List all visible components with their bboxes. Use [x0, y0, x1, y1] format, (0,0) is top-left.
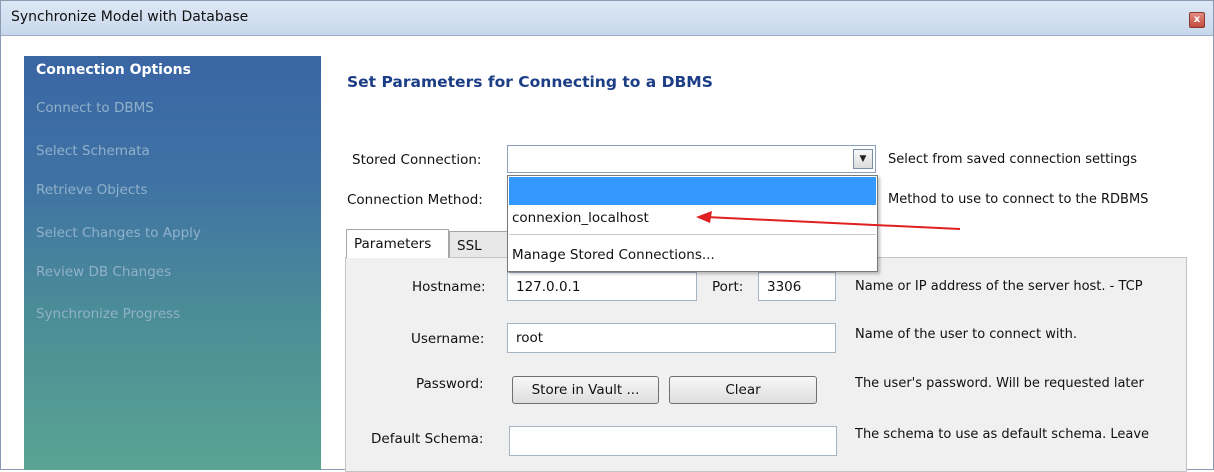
hostname-description: Name or IP address of the server host. -…: [855, 279, 1143, 294]
dropdown-item-manage-connections[interactable]: Manage Stored Connections...: [512, 247, 715, 263]
title-bar: Synchronize Model with Database x: [1, 1, 1213, 36]
stored-connection-dropdown-list: connexion_localhost Manage Stored Connec…: [507, 175, 878, 272]
stored-connection-label: Stored Connection:: [352, 152, 482, 168]
stored-connection-select[interactable]: ▼: [507, 145, 876, 173]
chevron-down-icon[interactable]: ▼: [853, 149, 873, 169]
port-input[interactable]: 3306: [758, 272, 836, 301]
sidebar-item-review-db-changes[interactable]: Review DB Changes: [36, 264, 171, 280]
sidebar-item-select-changes[interactable]: Select Changes to Apply: [36, 225, 201, 241]
username-description: Name of the user to connect with.: [855, 327, 1077, 342]
username-label: Username:: [411, 331, 485, 347]
sidebar-item-select-schemata[interactable]: Select Schemata: [36, 143, 150, 159]
sidebar-item-connect-to-dbms[interactable]: Connect to DBMS: [36, 100, 154, 116]
tab-parameters[interactable]: Parameters: [346, 229, 449, 258]
wizard-sidebar: Connection Options Connect to DBMS Selec…: [24, 56, 321, 470]
store-in-vault-button[interactable]: Store in Vault ...: [512, 376, 659, 404]
default-schema-input[interactable]: [509, 426, 837, 456]
window-title: Synchronize Model with Database: [11, 9, 249, 25]
password-description: The user's password. Will be requested l…: [855, 376, 1144, 391]
sidebar-item-connection-options[interactable]: Connection Options: [36, 62, 191, 78]
dropdown-item-empty[interactable]: [509, 177, 876, 205]
page-title: Set Parameters for Connecting to a DBMS: [347, 73, 713, 91]
sidebar-item-retrieve-objects[interactable]: Retrieve Objects: [36, 182, 148, 198]
tab-ssl[interactable]: SSL: [449, 231, 509, 257]
stored-connection-description: Select from saved connection settings: [888, 152, 1138, 167]
hostname-label: Hostname:: [412, 279, 486, 295]
username-input[interactable]: root: [507, 323, 836, 353]
password-label: Password:: [416, 376, 484, 392]
connection-method-label: Connection Method:: [347, 192, 483, 208]
dropdown-separator: [509, 234, 876, 235]
close-icon[interactable]: x: [1189, 12, 1205, 28]
default-schema-label: Default Schema:: [371, 431, 484, 447]
clear-password-button[interactable]: Clear: [669, 376, 817, 404]
dropdown-item-connexion-localhost[interactable]: connexion_localhost: [512, 210, 649, 226]
sidebar-item-synchronize-progress[interactable]: Synchronize Progress: [36, 306, 180, 322]
hostname-input[interactable]: 127.0.0.1: [507, 272, 697, 301]
connection-method-description: Method to use to connect to the RDBMS: [888, 192, 1149, 207]
port-label: Port:: [712, 279, 744, 295]
default-schema-description: The schema to use as default schema. Lea…: [855, 427, 1150, 442]
